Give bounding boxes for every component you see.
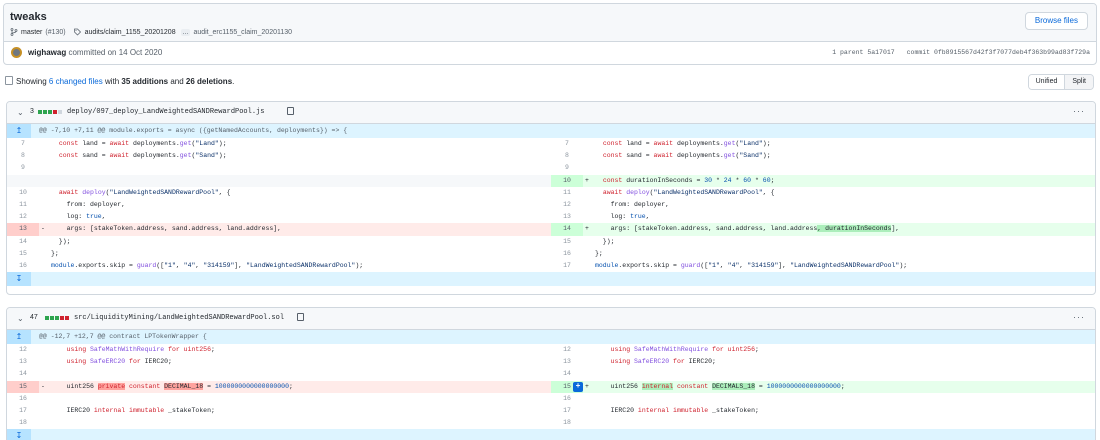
and-text: and: [168, 77, 186, 86]
view-toggle: Unified Split: [1027, 74, 1094, 90]
author-line: wighawag committed on 14 Oct 2020: [28, 48, 162, 57]
diff-count: 3: [30, 108, 34, 115]
parent-sha[interactable]: 1 parent 5a17017: [832, 49, 894, 56]
kebab-icon[interactable]: ···: [1073, 106, 1085, 116]
file-diff-icon[interactable]: [5, 76, 13, 85]
author-name[interactable]: wighawag: [28, 48, 66, 57]
diff-rows: 12 using SafeMathWithRequire for uint256…: [7, 344, 1095, 429]
tag-name-2[interactable]: audit_erc1155_claim_20201130: [193, 29, 292, 36]
with-text: with: [102, 77, 122, 86]
diffstat: [38, 110, 62, 114]
more-tags-button[interactable]: ...: [180, 28, 191, 36]
branch-icon: [10, 28, 18, 36]
expand-down-icon[interactable]: ↧: [7, 429, 31, 440]
diff-row: 12 log: true, 13 log: true,: [19, 213, 650, 221]
diff-rows: 7 const land = await deployments.get("La…: [7, 138, 1095, 272]
commit-title: tweaks: [10, 11, 47, 23]
diff-row: 15- uint256 private constant DECIMAL_18 …: [7, 380, 1095, 393]
tag-name[interactable]: audits/claim_1155_20201208: [85, 29, 176, 36]
committed-date: committed on 14 Oct 2020: [66, 48, 163, 57]
diff-row: 10 + const durationInSeconds = 30 * 24 * …: [7, 174, 1095, 187]
branch-name[interactable]: master: [21, 29, 42, 36]
expand-up-icon[interactable]: ↥: [7, 330, 31, 344]
diff-row: 13- args: [stakeToken.address, sand.addr…: [7, 223, 1095, 236]
expand-row: ↧: [7, 429, 1095, 440]
commit-top-bar: tweaks master (#130) audits/claim_1155_2…: [4, 4, 1096, 42]
expand-down-icon[interactable]: ↧: [7, 272, 31, 287]
showing-prefix: Showing: [16, 77, 49, 86]
diff-row: 17 IERC20 internal immutable _stakeToken…: [19, 406, 759, 414]
additions-count: 35 additions: [121, 77, 169, 86]
diff-row: 15}; 16};: [19, 249, 603, 257]
tag-icon: [73, 28, 81, 36]
avatar[interactable]: [11, 47, 22, 58]
copy-icon[interactable]: [297, 313, 304, 321]
chevron-down-icon[interactable]: ⌄: [17, 314, 24, 323]
unified-button[interactable]: Unified: [1028, 75, 1065, 89]
diff-row: 12 using SafeMathWithRequire for uint256…: [19, 346, 759, 353]
summary-end: .: [232, 77, 235, 86]
diff-count: 47: [30, 314, 38, 321]
pr-link[interactable]: (#130): [45, 29, 65, 36]
diff-row: 16 module.exports.skip = guard(["1", "4",…: [19, 261, 908, 269]
file-header: ⌄ 3 deploy/097_deploy_LandWeightedSANDRe…: [7, 102, 1095, 124]
diff-toolbar: Showing 6 changed files with 35 addition…: [3, 74, 1097, 92]
diff-row: 11 from: deployer, 12 from: deployer,: [19, 200, 670, 208]
diff-row: 10 await deploy("LandWeightedSANDRewardP…: [19, 188, 775, 196]
commit-refs: master (#130) audits/claim_1155_20201208…: [10, 28, 292, 36]
file-path[interactable]: deploy/097_deploy_LandWeightedSANDReward…: [67, 108, 264, 116]
diff-row: 7 const land = await deployments.get("La…: [21, 140, 771, 147]
diff-row: 16 16: [19, 394, 571, 402]
expand-up-icon[interactable]: ↥: [7, 124, 31, 138]
diff-row: 18 18: [19, 419, 571, 427]
diff-row: 13 using SafeERC20 for IERC20; 13 using …: [19, 358, 716, 366]
diff-row: 14 }); 15 });: [19, 237, 615, 245]
chevron-down-icon[interactable]: ⌄: [17, 108, 24, 117]
file-diff-1: ⌄ 3 deploy/097_deploy_LandWeightedSANDRe…: [6, 101, 1096, 295]
diff-row: 14 14: [19, 370, 571, 378]
hunk-text: @@ -7,10 +7,11 @@ module.exports = async…: [39, 127, 348, 134]
hunk-header: ↥ @@ -7,10 +7,11 @@ module.exports = asy…: [7, 124, 1095, 138]
changed-files-link[interactable]: 6 changed files: [49, 77, 103, 86]
diffstat: [45, 316, 69, 320]
file-diff-2: ⌄ 47 src/LiquidityMining/LandWeightedSAN…: [6, 307, 1096, 440]
hunk-text: @@ -12,7 +12,7 @@ contract LPTokenWrappe…: [39, 333, 207, 340]
diff-row: 8 const sand = await deployments.get("Sa…: [21, 152, 771, 160]
deletions-count: 26 deletions: [185, 77, 233, 86]
file-path[interactable]: src/LiquidityMining/LandWeightedSANDRewa…: [74, 314, 284, 322]
kebab-icon[interactable]: ···: [1073, 312, 1085, 322]
copy-icon[interactable]: [287, 107, 294, 115]
diff-summary: Showing 6 changed files with 35 addition…: [16, 77, 234, 86]
expand-row: ↧: [7, 272, 1095, 287]
commit-meta: wighawag committed on 14 Oct 2020 1 pare…: [4, 42, 1096, 64]
split-button[interactable]: Split: [1064, 75, 1093, 89]
hunk-header: ↥ @@ -12,7 +12,7 @@ contract LPTokenWrap…: [7, 330, 1095, 344]
browse-files-button[interactable]: Browse files: [1024, 12, 1088, 30]
add-comment-icon[interactable]: +: [573, 381, 583, 392]
commit-sha: commit 0fb8915567d42f3f7077deb4f363b99ad…: [906, 49, 1090, 56]
file-header: ⌄ 47 src/LiquidityMining/LandWeightedSAN…: [7, 308, 1095, 330]
diff-row: 9 9: [21, 164, 569, 172]
commit-header: tweaks master (#130) audits/claim_1155_2…: [3, 3, 1097, 65]
sha-line: 1 parent 5a17017 commit 0fb8915567d42f3f…: [832, 49, 1090, 56]
